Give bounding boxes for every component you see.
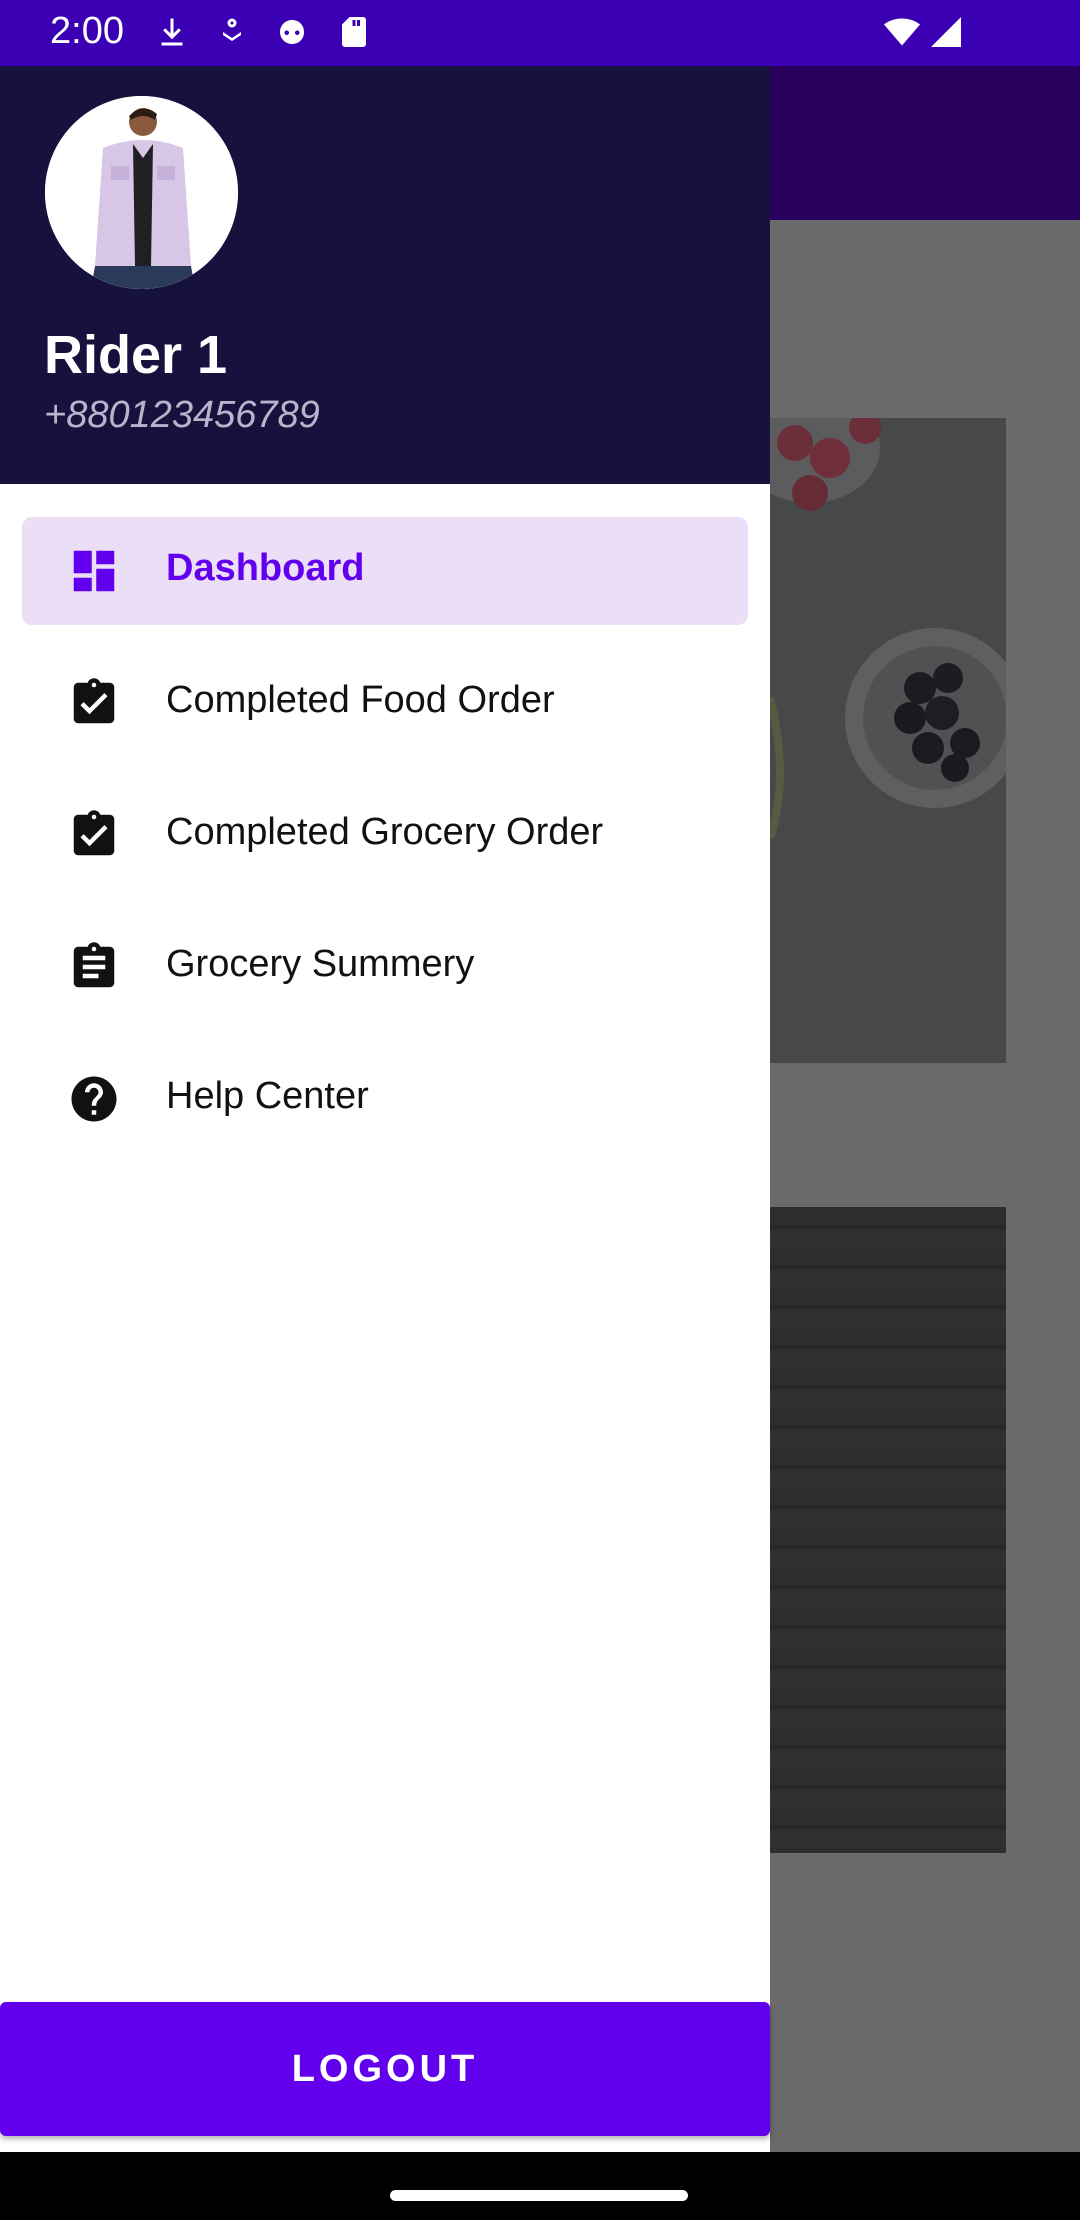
assignment-turned-in-icon — [73, 810, 115, 856]
menu-item-dashboard[interactable]: Dashboard — [22, 517, 748, 625]
avatar[interactable] — [45, 96, 238, 289]
wifi-icon — [884, 18, 920, 46]
status-time: 2:00 — [50, 10, 124, 52]
menu-item-completed-food-order[interactable]: Completed Food Order — [22, 649, 748, 757]
avatar-photo — [45, 96, 238, 289]
menu-item-label: Grocery Summery — [166, 943, 475, 985]
berries-photo — [740, 393, 1025, 1063]
navigation-drawer: Rider 1 +880123456789 Dashboard Complete… — [0, 66, 770, 2152]
home-gesture-handle[interactable] — [390, 2190, 688, 2201]
menu-item-completed-grocery-order[interactable]: Completed Grocery Order — [22, 781, 748, 889]
download-icon — [161, 18, 183, 46]
gesture-icon — [223, 18, 241, 41]
rider-phone: +880123456789 — [44, 394, 320, 436]
assignment-turned-in-icon — [73, 678, 115, 724]
wood-texture-image — [770, 1207, 1006, 1853]
cat-face-icon — [280, 20, 304, 44]
berries-image — [740, 393, 1025, 1063]
menu-item-label: Help Center — [166, 1075, 369, 1117]
menu-item-label: Completed Grocery Order — [166, 811, 604, 853]
menu-item-label: Dashboard — [166, 547, 365, 589]
assignment-icon — [73, 942, 115, 988]
drawer-header: Rider 1 +880123456789 — [0, 66, 770, 484]
status-bar: 2:00 — [0, 0, 1080, 66]
menu-item-grocery-summery[interactable]: Grocery Summery — [22, 913, 748, 1021]
menu-item-help-center[interactable]: Help Center — [22, 1045, 748, 1153]
dashboard-icon — [73, 550, 115, 592]
menu-item-label: Completed Food Order — [166, 679, 555, 721]
rider-name: Rider 1 — [44, 325, 228, 385]
cell-signal-icon — [931, 17, 961, 47]
system-nav-bar — [0, 2152, 1080, 2220]
sd-card-icon — [342, 17, 366, 47]
logout-button[interactable]: LOGOUT — [0, 2002, 770, 2136]
help-icon — [71, 1076, 117, 1122]
